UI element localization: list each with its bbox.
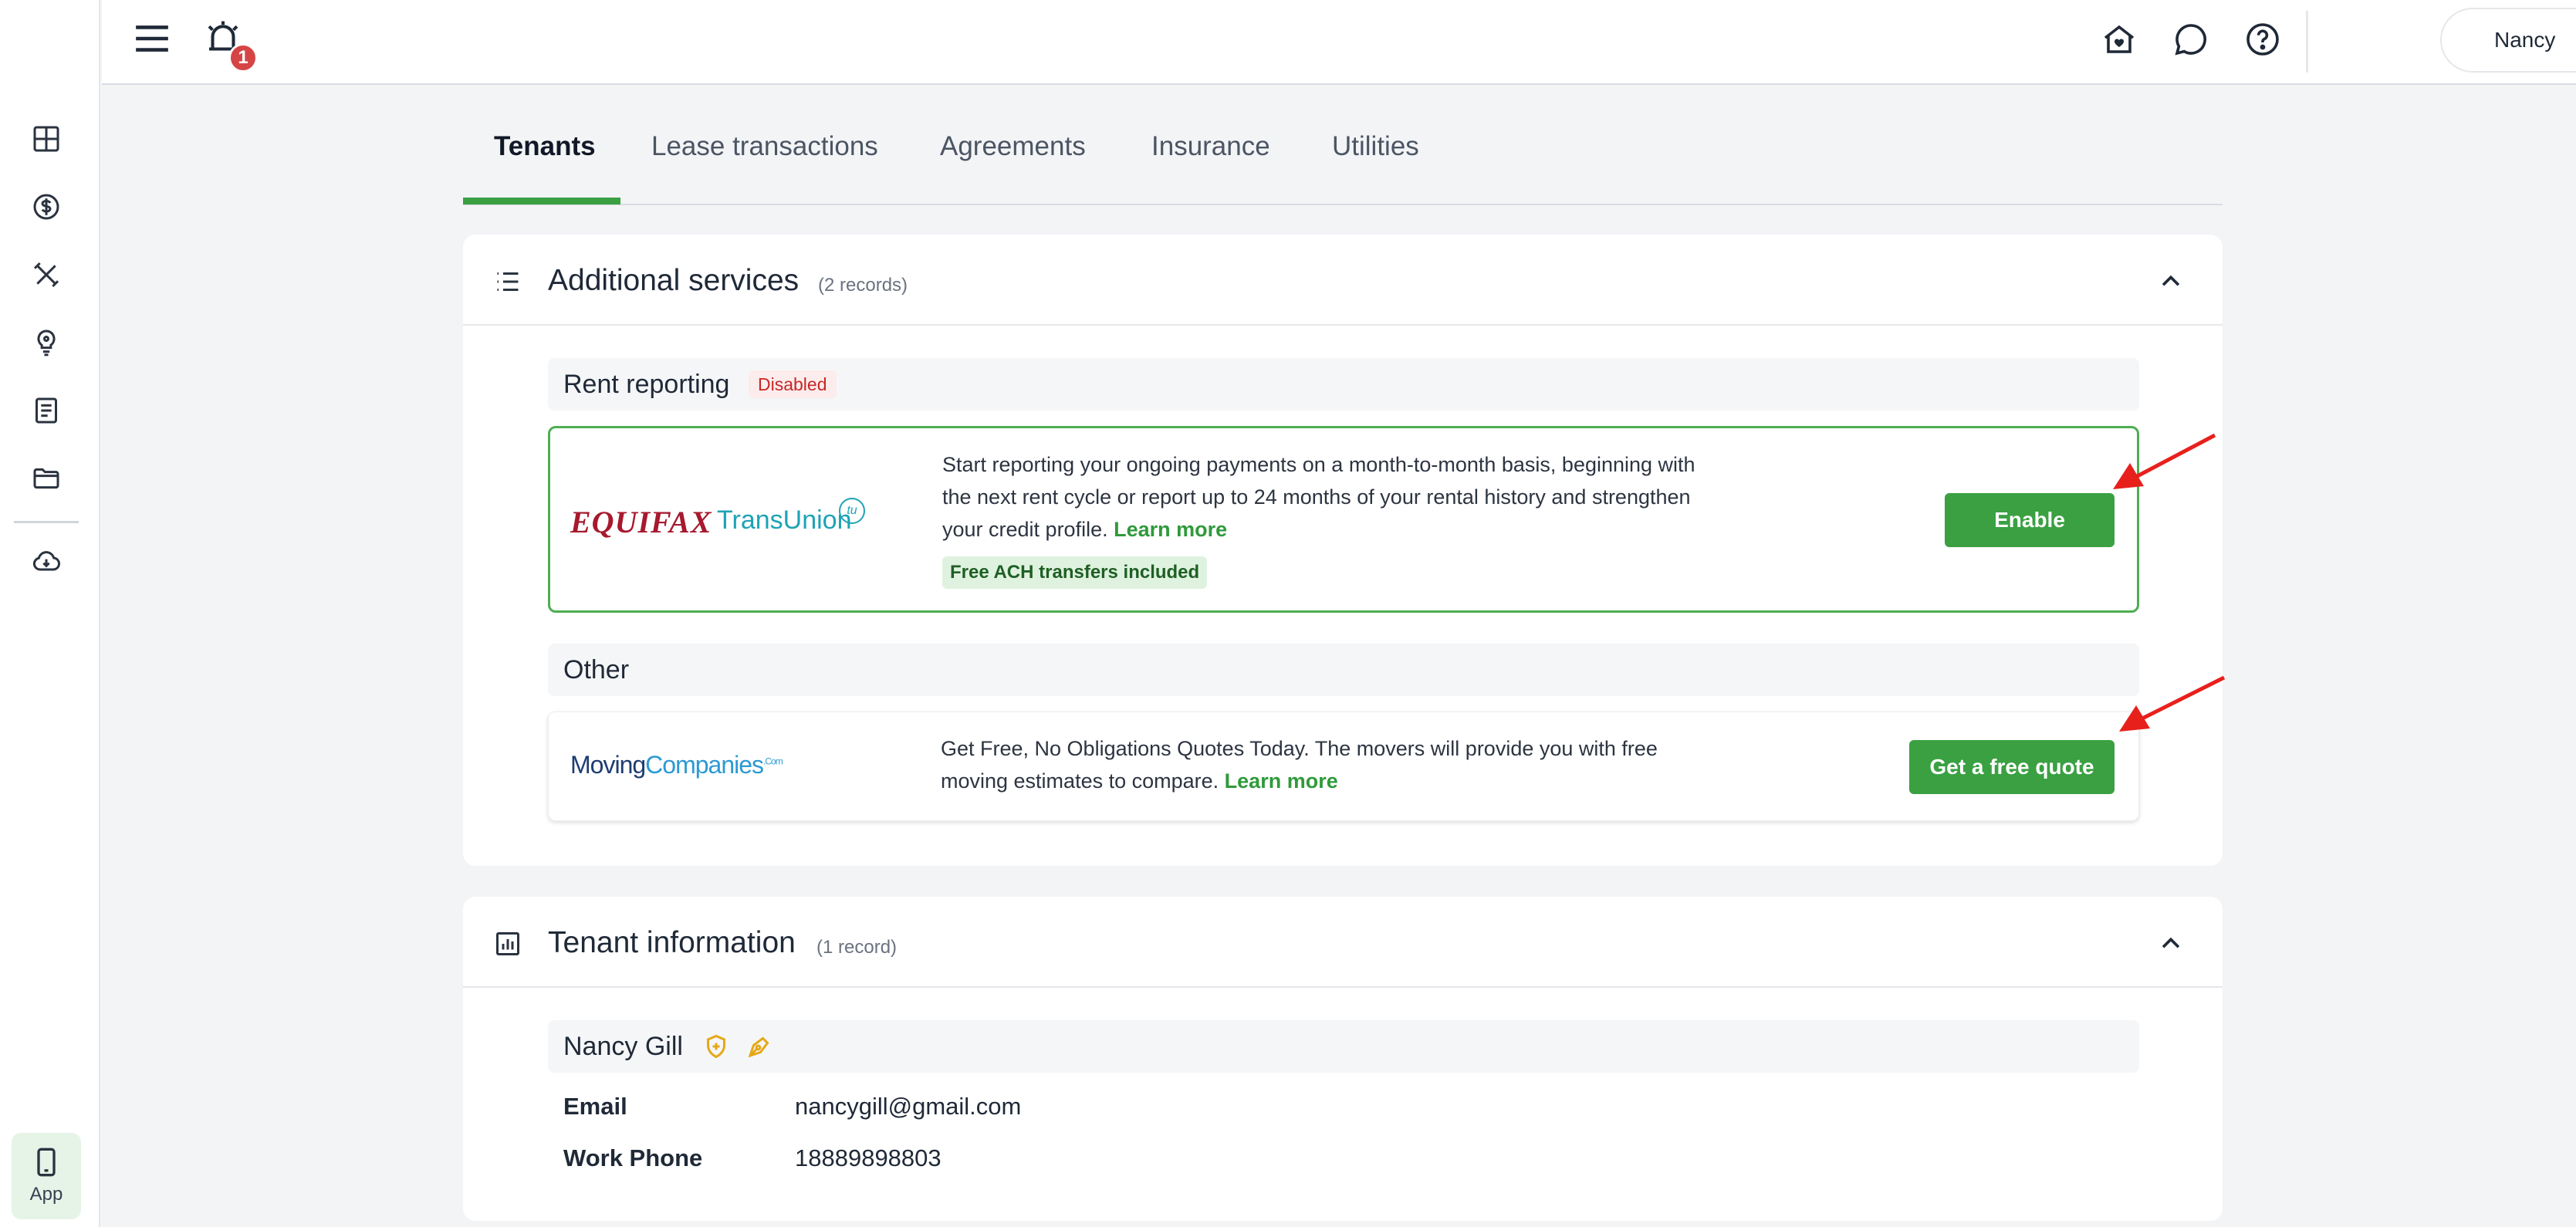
equifax-logo: EQUIFAX <box>570 505 712 539</box>
topbar-divider <box>2306 11 2308 73</box>
work-phone-label: Work Phone <box>563 1144 703 1171</box>
rent-reporting-description: Start reporting your ongoing payments on… <box>942 448 1714 546</box>
help-circle-icon[interactable] <box>2244 21 2281 58</box>
additional-services-header: Additional services (2 records) <box>463 235 2223 326</box>
mobile-phone-icon <box>37 1148 56 1177</box>
moving-learn-more-link[interactable]: Learn more <box>1225 769 1338 793</box>
free-ach-tag: Free ACH transfers included <box>942 556 1208 589</box>
shield-plus-icon[interactable] <box>702 1033 730 1060</box>
user-name: Nancy <box>2494 28 2556 52</box>
rent-reporting-learn-more-link[interactable]: Learn more <box>1114 518 1227 541</box>
tab-insurance[interactable]: Insurance <box>1151 131 1270 162</box>
chevron-up-icon[interactable] <box>2158 269 2184 295</box>
rent-reporting-section-header: Rent reporting Disabled <box>548 358 2139 411</box>
active-tab-indicator <box>463 198 620 204</box>
tab-bar: Tenants Lease transactions Agreements In… <box>463 116 2223 205</box>
sidebar-divider <box>14 521 79 523</box>
other-label: Other <box>563 655 630 684</box>
chevron-up-icon[interactable] <box>2158 931 2184 957</box>
document-icon <box>35 397 57 424</box>
sidebar-item-dashboard[interactable] <box>22 114 71 164</box>
moving-companies-logo: MovingCompanies.Com <box>570 751 783 779</box>
user-menu[interactable]: Nancy <box>2440 8 2576 73</box>
tenant-information-header: Tenant information (1 record) <box>463 897 2223 988</box>
get-free-quote-button[interactable]: Get a free quote <box>1909 740 2115 794</box>
sidebar-item-accounting[interactable] <box>22 182 71 232</box>
dashboard-grid-icon <box>33 126 59 152</box>
app-button[interactable]: App <box>12 1133 81 1219</box>
other-section-header: Other <box>548 644 2139 696</box>
tab-utilities[interactable]: Utilities <box>1332 131 1419 162</box>
bar-chart-icon <box>496 932 519 955</box>
annotation-arrow-enable <box>2113 433 2216 489</box>
rent-reporting-service: EQUIFAX TransUnion tu Start reporting yo… <box>548 426 2139 613</box>
tenant-name: Nancy Gill <box>563 1032 683 1061</box>
sidebar-item-maintenance[interactable] <box>22 250 71 299</box>
sidebar-item-files[interactable] <box>22 454 71 503</box>
tab-lease-transactions[interactable]: Lease transactions <box>651 131 878 162</box>
tenant-information-count: (1 record) <box>816 937 898 958</box>
work-phone-value: 18889898803 <box>795 1144 941 1171</box>
moving-description: Get Free, No Obligations Quotes Today. T… <box>941 732 1728 797</box>
cloud-download-icon <box>32 551 61 571</box>
transunion-logo: TransUnion <box>717 505 852 535</box>
email-value: nancygill@gmail.com <box>795 1093 1022 1120</box>
tu-logo-mark: tu <box>839 498 865 524</box>
tools-icon <box>33 262 59 288</box>
dollar-circle-icon <box>33 194 59 220</box>
moving-companies-service: MovingCompanies.Com Get Free, No Obligat… <box>548 712 2139 821</box>
enable-button[interactable]: Enable <box>1945 493 2115 547</box>
hamburger-menu-icon[interactable] <box>133 22 171 56</box>
tenant-information-title: Tenant information <box>548 926 796 959</box>
additional-services-count: (2 records) <box>818 275 908 296</box>
additional-services-card: Additional services (2 records) Rent rep… <box>463 235 2223 866</box>
sidebar-item-insights[interactable] <box>22 318 71 367</box>
annotation-arrow-quote <box>2119 675 2226 732</box>
lightbulb-icon <box>37 330 56 357</box>
tab-agreements[interactable]: Agreements <box>940 131 1086 162</box>
notification-count-badge: 1 <box>228 43 258 73</box>
status-badge: Disabled <box>749 370 837 398</box>
chat-bubble-icon[interactable] <box>2172 21 2209 58</box>
tab-tenants[interactable]: Tenants <box>494 131 596 162</box>
additional-services-title: Additional services <box>548 264 800 297</box>
pen-nib-icon[interactable] <box>745 1033 773 1060</box>
folder-icon <box>33 468 59 489</box>
app-label: App <box>29 1184 63 1205</box>
sidebar-item-documents[interactable] <box>22 386 71 435</box>
tenant-name-header: Nancy Gill <box>548 1020 2139 1073</box>
top-bar: 1 Nancy <box>102 0 2576 85</box>
list-icon <box>497 272 519 291</box>
email-label: Email <box>563 1093 627 1120</box>
rent-reporting-description-text: Start reporting your ongoing payments on… <box>942 453 1695 541</box>
left-sidebar: App <box>0 0 100 1227</box>
home-heart-icon[interactable] <box>2101 21 2138 58</box>
sidebar-item-download[interactable] <box>22 537 71 586</box>
tenant-information-card: Tenant information (1 record) Nancy Gill <box>463 897 2223 1221</box>
rent-reporting-label: Rent reporting <box>563 370 730 399</box>
